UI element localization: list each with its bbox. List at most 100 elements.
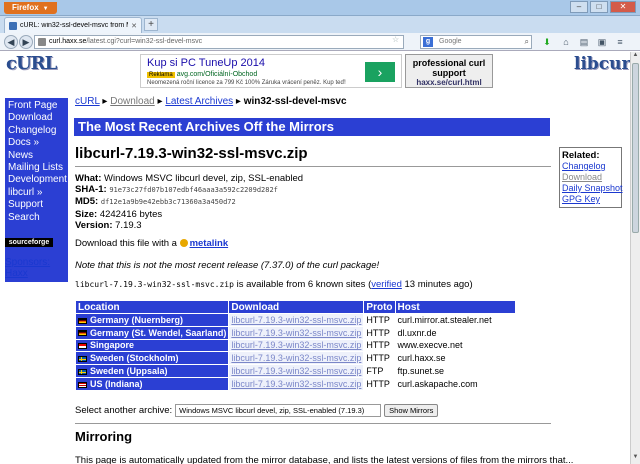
download-cell: libcurl-7.19.3-win32-ssl-msvc.zip — [228, 351, 365, 366]
browser-tab[interactable]: cURL: win32-ssl-devel-msvc from Mirrors … — [4, 17, 142, 33]
sponsors-label[interactable]: Sponsors: — [5, 257, 50, 268]
verified-link[interactable]: verified — [371, 279, 402, 290]
related-daily-snapshot[interactable]: Daily Snapshot — [562, 183, 623, 194]
vertical-scrollbar[interactable]: ▲ ▼ — [630, 52, 640, 464]
new-tab-button[interactable]: + — [144, 18, 158, 31]
sidebar-item-mailing-lists[interactable]: Mailing Lists — [5, 162, 68, 174]
related-title: Related: — [562, 150, 600, 161]
ad-url: Reklama avg.com/Oficiální-Obchod — [147, 71, 257, 78]
breadcrumb-current: win32-ssl-devel-msvc — [243, 96, 347, 107]
bookmark-star-icon[interactable]: ☆ — [392, 35, 399, 44]
search-placeholder: Google — [439, 38, 462, 45]
package-details: What: Windows MSVC libcurl devel, zip, S… — [75, 173, 303, 231]
close-tab-icon[interactable]: ✕ — [131, 22, 137, 30]
minimize-icon[interactable]: – — [570, 1, 588, 13]
sidebar-item-news[interactable]: News — [5, 150, 68, 162]
sidebar-item-front-page[interactable]: Front Page — [5, 100, 68, 112]
archive-select[interactable]: Windows MSVC libcurl devel, zip, SSL-ena… — [175, 404, 382, 417]
download-cell: libcurl-7.19.3-win32-ssl-msvc.zip — [228, 313, 365, 327]
scroll-down-icon[interactable]: ▼ — [631, 454, 640, 464]
menu-icon[interactable]: ≡ — [614, 36, 626, 48]
table-row: Singapore libcurl-7.19.3-win32-ssl-msvc.… — [74, 338, 516, 353]
support-banner[interactable]: professional curl support haxx.se/curl.h… — [405, 54, 493, 88]
sourceforge-badge[interactable]: sourceforge — [5, 238, 53, 247]
download-arrow-icon[interactable]: ⬇ — [541, 36, 553, 48]
host-cell: curl.askapache.com — [394, 376, 516, 391]
sidebar-item-changelog[interactable]: Changelog — [5, 125, 68, 137]
search-bar[interactable]: g Google ⌕ — [420, 35, 532, 49]
sponsor-haxx[interactable]: Haxx — [5, 268, 28, 279]
site-identity-icon[interactable] — [38, 38, 46, 46]
mirroring-text: This page is automatically updated from … — [75, 455, 574, 464]
firefox-menu-button[interactable]: Firefox ▼ — [4, 2, 57, 14]
ad-title[interactable]: Kup si PC TuneUp 2014 — [147, 57, 265, 69]
sidebar-item-support[interactable]: Support — [5, 199, 68, 211]
scrollbar-thumb[interactable] — [632, 63, 639, 233]
location-cell: Sweden (Uppsala) — [74, 364, 230, 378]
flag-sweden-icon — [78, 368, 87, 375]
location-text: Sweden (Uppsala) — [90, 366, 168, 377]
download-link[interactable]: libcurl-7.19.3-win32-ssl-msvc.zip — [231, 315, 361, 325]
addon-icon[interactable]: ▣ — [596, 36, 608, 48]
breadcrumb-separator: ▸ — [157, 96, 163, 107]
bookmarks-icon[interactable]: ▤ — [578, 36, 590, 48]
url-host: curl.haxx.se — [49, 38, 87, 45]
related-changelog[interactable]: Changelog — [562, 161, 619, 172]
sidebar-item-docs[interactable]: Docs » — [5, 137, 68, 149]
sidebar-item-download[interactable]: Download — [5, 112, 68, 124]
show-mirrors-button[interactable]: Show Mirrors — [384, 404, 439, 417]
table-header-row: Location Download Proto Host — [74, 300, 516, 314]
metalink-prefix: Download this file with a — [75, 238, 177, 249]
availability-age: 13 minutes ago) — [404, 279, 473, 290]
location-cell: Singapore — [74, 338, 230, 353]
mirror-rows: Germany (Nuernberg) libcurl-7.19.3-win32… — [74, 313, 516, 391]
archive-select-label: Select another archive: — [75, 405, 173, 416]
breadcrumb: cURL ▸ Download ▸ Latest Archives ▸ win3… — [75, 96, 347, 107]
sidebar-item-development[interactable]: Development » — [5, 174, 75, 186]
forward-button[interactable]: ▶ — [19, 35, 33, 49]
scroll-up-icon[interactable]: ▲ — [631, 52, 640, 62]
download-link[interactable]: libcurl-7.19.3-win32-ssl-msvc.zip — [231, 328, 361, 338]
breadcrumb-download[interactable]: Download — [110, 96, 154, 107]
sidebar-item-libcurl[interactable]: libcurl » — [5, 187, 68, 199]
download-cell: libcurl-7.19.3-win32-ssl-msvc.zip — [228, 364, 365, 378]
header-download: Download — [228, 300, 365, 314]
advertisement[interactable]: Kup si PC TuneUp 2014 Reklama avg.com/Ofi… — [140, 54, 402, 88]
download-cell: libcurl-7.19.3-win32-ssl-msvc.zip — [228, 325, 365, 340]
curl-logo[interactable]: cURL — [6, 54, 64, 74]
proto-cell: HTTP — [363, 376, 396, 391]
sidebar-item-search[interactable]: Search — [5, 212, 68, 224]
search-icon[interactable]: ⌕ — [525, 36, 529, 48]
download-link[interactable]: libcurl-7.19.3-win32-ssl-msvc.zip — [231, 366, 361, 376]
search-engine-icon[interactable]: g — [423, 37, 433, 47]
metalink-link[interactable]: metalink — [190, 238, 229, 249]
libcurl-logo[interactable]: libcurl — [574, 54, 630, 74]
related-box: Related: Changelog Download Daily Snapsh… — [559, 147, 623, 208]
support-link[interactable]: haxx.se/curl.html — [406, 78, 492, 87]
maximize-icon[interactable]: □ — [590, 1, 608, 13]
back-button[interactable]: ◀ — [4, 35, 18, 49]
flag-sweden-icon — [78, 355, 87, 362]
header-proto: Proto — [363, 300, 396, 314]
breadcrumb-latest-archives[interactable]: Latest Archives — [165, 96, 233, 107]
download-link[interactable]: libcurl-7.19.3-win32-ssl-msvc.zip — [231, 353, 361, 363]
md5-value: df12e1a9b9e42ebb3c71360a3a450d72 — [100, 198, 236, 207]
favicon-icon — [9, 21, 17, 30]
url-bar[interactable]: curl.haxx.se/latest.cgi?curl=win32-ssl-d… — [34, 35, 404, 49]
location-cell: Germany (St. Wendel, Saarland) — [74, 325, 230, 340]
proto-cell: HTTP — [363, 351, 396, 366]
location-text: Sweden (Stockholm) — [90, 353, 179, 364]
host-cell: www.execve.net — [394, 338, 516, 353]
location-text: Singapore — [90, 340, 135, 351]
ad-badge: Reklama — [147, 72, 175, 78]
breadcrumb-curl[interactable]: cURL — [75, 96, 100, 107]
ad-go-arrow-icon[interactable]: › — [365, 62, 395, 82]
download-link[interactable]: libcurl-7.19.3-win32-ssl-msvc.zip — [231, 340, 361, 350]
location-cell: Sweden (Stockholm) — [74, 351, 230, 366]
table-row: Sweden (Stockholm) libcurl-7.19.3-win32-… — [74, 351, 516, 366]
home-icon[interactable]: ⌂ — [560, 36, 572, 48]
metalink-icon — [179, 239, 188, 248]
related-gpg-key[interactable]: GPG Key — [562, 194, 619, 205]
download-link[interactable]: libcurl-7.19.3-win32-ssl-msvc.zip — [231, 379, 361, 389]
close-window-icon[interactable]: ✕ — [610, 1, 636, 13]
